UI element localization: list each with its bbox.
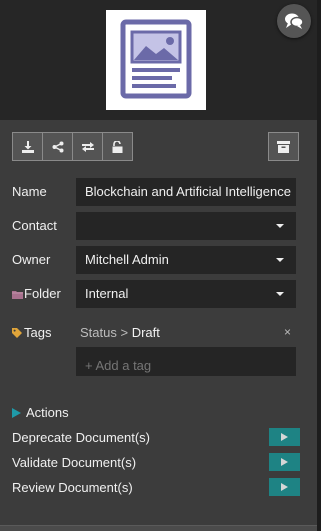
chevron-down-icon (276, 258, 284, 262)
name-label: Name (12, 184, 47, 199)
tag-category: Status (80, 325, 117, 340)
run-review-button[interactable] (269, 478, 300, 496)
tag-icon (12, 328, 22, 338)
caret-right-icon (12, 407, 21, 418)
play-icon (281, 433, 288, 441)
contact-label: Contact (12, 218, 57, 233)
archive-button[interactable] (268, 132, 299, 161)
folder-select[interactable]: Internal (76, 280, 296, 308)
preview-area (0, 0, 321, 120)
play-icon (281, 483, 288, 491)
action-label: Review Document(s) (12, 480, 133, 495)
owner-row: Owner Mitchell Admin (0, 246, 317, 274)
tag-status-draft: Status > Draft (80, 325, 160, 340)
folder-row: Folder Internal (0, 280, 317, 308)
folder-label-wrap: Folder (12, 286, 61, 301)
replace-icon (81, 141, 94, 152)
download-icon (21, 140, 34, 153)
panel-edge (317, 0, 321, 531)
action-label: Validate Document(s) (12, 455, 137, 470)
chevron-down-icon (276, 224, 284, 228)
unlock-icon (112, 140, 123, 153)
tags-label-wrap: Tags (12, 325, 51, 340)
document-thumbnail[interactable] (106, 10, 206, 110)
replace-button[interactable] (72, 132, 103, 161)
play-icon (281, 458, 288, 466)
unlock-button[interactable] (102, 132, 133, 161)
name-row: Name Blockchain and Artificial Intellige… (0, 178, 317, 206)
bottom-divider (0, 525, 317, 531)
owner-select[interactable]: Mitchell Admin (76, 246, 296, 274)
run-deprecate-button[interactable] (269, 428, 300, 446)
action-review: Review Document(s) (0, 478, 317, 498)
contact-select[interactable] (76, 212, 296, 240)
action-validate: Validate Document(s) (0, 453, 317, 473)
owner-value: Mitchell Admin (85, 252, 169, 267)
contact-row: Contact (0, 212, 317, 240)
folder-label: Folder (24, 286, 61, 301)
chat-button[interactable] (277, 4, 311, 38)
add-tag-input[interactable] (76, 347, 296, 376)
action-deprecate: Deprecate Document(s) (0, 428, 317, 448)
tag-value: Draft (131, 325, 160, 340)
actions-title: Actions (26, 405, 69, 420)
comments-icon (285, 13, 304, 29)
actions-header[interactable]: Actions (12, 405, 69, 420)
share-icon (52, 141, 63, 152)
owner-label: Owner (12, 252, 51, 267)
chevron-down-icon (276, 292, 284, 296)
action-label: Deprecate Document(s) (12, 430, 150, 445)
run-validate-button[interactable] (269, 453, 300, 471)
name-input[interactable]: Blockchain and Artificial Intelligence (76, 178, 296, 206)
archive-icon (277, 140, 290, 153)
tag-separator: > (120, 325, 129, 340)
download-button[interactable] (12, 132, 43, 161)
share-button[interactable] (42, 132, 73, 161)
document-toolbar (12, 132, 133, 161)
tags-section: Tags Status > Draft × (0, 320, 317, 400)
folder-icon (12, 291, 23, 299)
tags-label: Tags (24, 325, 52, 340)
remove-tag-icon[interactable]: × (284, 325, 291, 339)
folder-value: Internal (85, 286, 129, 301)
image-document-icon (120, 19, 192, 99)
